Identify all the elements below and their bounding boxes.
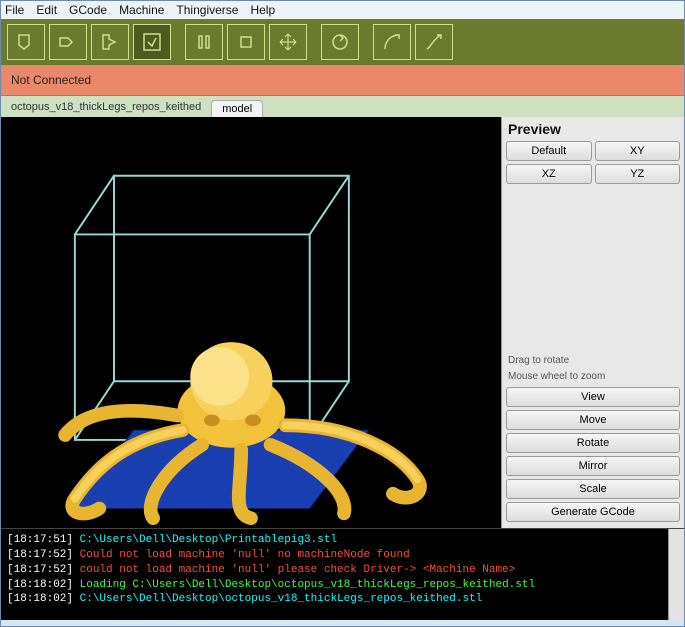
log-line: [18:17:52] could not load machine 'null'… bbox=[7, 563, 678, 578]
console-log: [18:17:51] C:\Users\Dell\Desktop\Printab… bbox=[1, 528, 684, 620]
view-button[interactable]: View bbox=[506, 387, 680, 407]
menu-machine[interactable]: Machine bbox=[119, 3, 164, 17]
file-name-label: octopus_v18_thickLegs_repos_keithed bbox=[7, 98, 205, 117]
move-button[interactable]: Move bbox=[506, 410, 680, 430]
move-icon[interactable] bbox=[269, 24, 307, 60]
reset-icon[interactable] bbox=[321, 24, 359, 60]
build-icon[interactable] bbox=[133, 24, 171, 60]
hint-rotate: Drag to rotate bbox=[502, 353, 684, 369]
status-text: Not Connected bbox=[11, 73, 91, 87]
curve1-icon[interactable] bbox=[373, 24, 411, 60]
menu-gcode[interactable]: GCode bbox=[69, 3, 107, 17]
menu-edit[interactable]: Edit bbox=[36, 3, 57, 17]
status-bar: Not Connected bbox=[1, 65, 684, 96]
log-line: [18:18:02] C:\Users\Dell\Desktop\octopus… bbox=[7, 592, 678, 607]
log-line: [18:18:02] Loading C:\Users\Dell\Desktop… bbox=[7, 578, 678, 593]
log-line: [18:17:51] C:\Users\Dell\Desktop\Printab… bbox=[7, 533, 678, 548]
hint-zoom: Mouse wheel to zoom bbox=[502, 369, 684, 385]
console-scrollbar[interactable] bbox=[668, 529, 684, 620]
menu-help[interactable]: Help bbox=[250, 3, 275, 17]
curve2-icon[interactable] bbox=[415, 24, 453, 60]
window-resize-grip[interactable] bbox=[1, 620, 684, 626]
mirror-button[interactable]: Mirror bbox=[506, 456, 680, 476]
view-xz-button[interactable]: XZ bbox=[506, 164, 592, 184]
load-icon[interactable] bbox=[7, 24, 45, 60]
next-icon[interactable] bbox=[91, 24, 129, 60]
main-area: Preview Default XY XZ YZ Drag to rotate … bbox=[1, 117, 684, 528]
scale-button[interactable]: Scale bbox=[506, 479, 680, 499]
menu-file[interactable]: File bbox=[5, 3, 24, 17]
view-default-button[interactable]: Default bbox=[506, 141, 592, 161]
pause-icon[interactable] bbox=[185, 24, 223, 60]
tabs-row: octopus_v18_thickLegs_repos_keithed mode… bbox=[1, 96, 684, 117]
view-yz-button[interactable]: YZ bbox=[595, 164, 681, 184]
generate-gcode-button[interactable]: Generate GCode bbox=[506, 502, 680, 522]
log-line: [18:17:52] Could not load machine 'null'… bbox=[7, 548, 678, 563]
side-panel: Preview Default XY XZ YZ Drag to rotate … bbox=[501, 117, 684, 528]
stop-icon[interactable] bbox=[227, 24, 265, 60]
toolbar bbox=[1, 19, 684, 65]
tab-model[interactable]: model bbox=[211, 100, 263, 117]
export-icon[interactable] bbox=[49, 24, 87, 60]
view-xy-button[interactable]: XY bbox=[595, 141, 681, 161]
rotate-button[interactable]: Rotate bbox=[506, 433, 680, 453]
viewport-3d[interactable] bbox=[1, 117, 501, 528]
menu-thingiverse[interactable]: Thingiverse bbox=[176, 3, 238, 17]
menu-bar: File Edit GCode Machine Thingiverse Help bbox=[1, 1, 684, 19]
preview-title: Preview bbox=[502, 117, 684, 141]
